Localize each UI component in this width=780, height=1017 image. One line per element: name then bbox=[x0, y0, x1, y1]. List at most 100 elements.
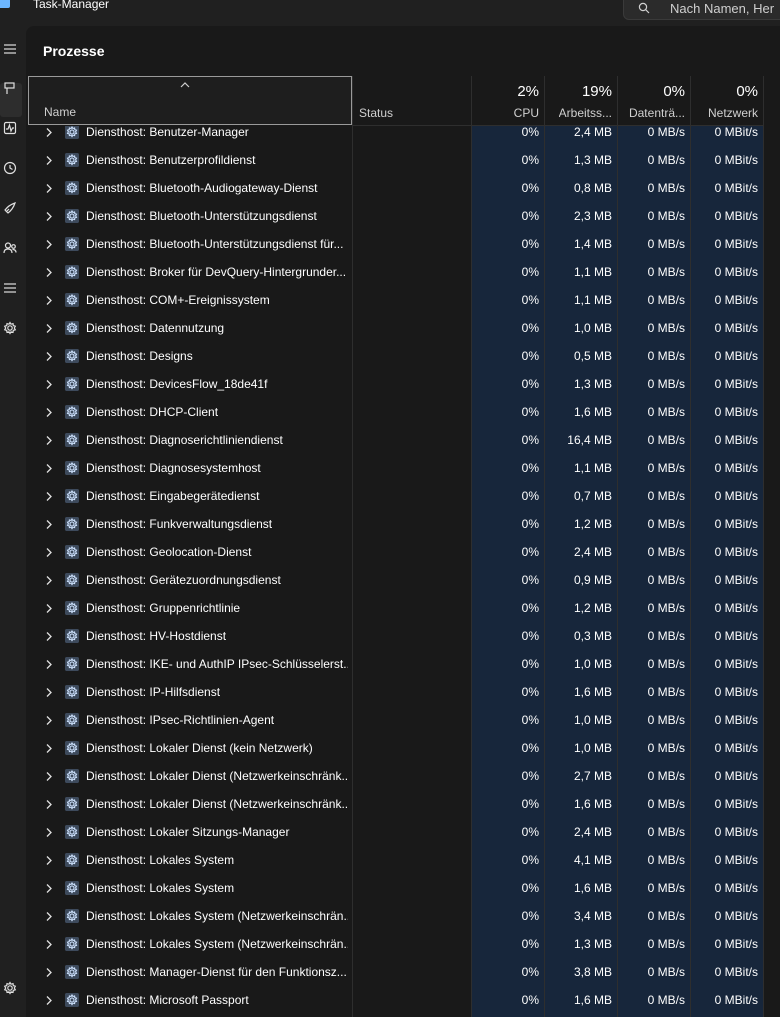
expand-chevron-icon[interactable] bbox=[45, 519, 53, 530]
table-row[interactable]: Diensthost: Lokales System (Netzwerkeins… bbox=[26, 903, 780, 931]
table-row[interactable]: Diensthost: Lokales System (Netzwerkeins… bbox=[26, 931, 780, 959]
network-value: 0 MBit/s bbox=[714, 265, 758, 279]
expand-chevron-icon[interactable] bbox=[45, 435, 53, 446]
expand-chevron-icon[interactable] bbox=[45, 883, 53, 894]
process-name: Diensthost: Bluetooth-Audiogateway-Diens… bbox=[86, 181, 318, 195]
table-row[interactable]: Diensthost: Benutzerprofildienst 0% 1,3 MB… bbox=[26, 147, 780, 175]
expand-chevron-icon[interactable] bbox=[45, 547, 53, 558]
table-row[interactable]: Diensthost: Geolocation-Dienst 0% 2,4 MB 0 … bbox=[26, 539, 780, 567]
memory-value: 2,4 MB bbox=[573, 126, 612, 139]
expand-chevron-icon[interactable] bbox=[45, 687, 53, 698]
column-header-name[interactable]: Name bbox=[28, 76, 352, 125]
expand-chevron-icon[interactable] bbox=[45, 127, 53, 138]
settings-icon[interactable] bbox=[0, 978, 20, 998]
expand-chevron-icon[interactable] bbox=[45, 295, 53, 306]
service-gear-icon bbox=[65, 153, 79, 167]
table-row[interactable]: Diensthost: Bluetooth-Audiogateway-Diens… bbox=[26, 175, 780, 203]
table-row[interactable]: Diensthost: Bluetooth-Unterstützungsdien… bbox=[26, 203, 780, 231]
memory-value: 1,1 MB bbox=[573, 265, 612, 279]
column-header-cpu[interactable]: 2% CPU bbox=[472, 76, 544, 126]
table-row[interactable]: Diensthost: DHCP-Client 0% 1,6 MB 0 MB/s 0 M… bbox=[26, 399, 780, 427]
table-row[interactable]: Diensthost: Manager-Dienst für den Funkt… bbox=[26, 959, 780, 987]
expand-chevron-icon[interactable] bbox=[45, 407, 53, 418]
expand-chevron-icon[interactable] bbox=[45, 463, 53, 474]
disk-value: 0 MB/s bbox=[647, 685, 685, 699]
table-row[interactable]: Diensthost: Microsoft Passport 0% 1,6 MB 0 … bbox=[26, 987, 780, 1015]
table-row[interactable]: Diensthost: Diagnoserichtliniendienst 0% 1… bbox=[26, 427, 780, 455]
network-value: 0 MBit/s bbox=[714, 489, 758, 503]
memory-value: 1,3 MB bbox=[573, 153, 612, 167]
table-row[interactable]: Diensthost: Funkverwaltungsdienst 0% 1,2 M… bbox=[26, 511, 780, 539]
expand-chevron-icon[interactable] bbox=[45, 939, 53, 950]
table-row[interactable]: Diensthost: Datennutzung 0% 1,0 MB 0 MB/s 0 … bbox=[26, 315, 780, 343]
expand-chevron-icon[interactable] bbox=[45, 743, 53, 754]
table-row[interactable]: Diensthost: Gerätezuordnungsdienst 0% 0,9 … bbox=[26, 567, 780, 595]
expand-chevron-icon[interactable] bbox=[45, 771, 53, 782]
expand-chevron-icon[interactable] bbox=[45, 491, 53, 502]
table-row[interactable]: Diensthost: Lokales System 0% 1,6 MB 0 MB/s… bbox=[26, 875, 780, 903]
expand-chevron-icon[interactable] bbox=[45, 603, 53, 614]
search-input[interactable]: Nach Namen, Her bbox=[623, 0, 780, 20]
expand-chevron-icon[interactable] bbox=[45, 715, 53, 726]
performance-icon[interactable] bbox=[0, 118, 20, 138]
memory-value: 1,0 MB bbox=[573, 321, 612, 335]
table-row[interactable]: Diensthost: COM+-Ereignissystem 0% 1,1 MB 0… bbox=[26, 287, 780, 315]
network-total-percent: 0% bbox=[736, 83, 758, 100]
expand-chevron-icon[interactable] bbox=[45, 267, 53, 278]
expand-chevron-icon[interactable] bbox=[45, 659, 53, 670]
process-name: Diensthost: Lokaler Dienst (kein Netzwer… bbox=[86, 741, 313, 755]
expand-chevron-icon[interactable] bbox=[45, 827, 53, 838]
table-row[interactable]: Diensthost: Lokaler Dienst (Netzwerkeins… bbox=[26, 791, 780, 819]
details-icon[interactable] bbox=[0, 278, 20, 298]
cpu-value: 0% bbox=[521, 321, 539, 335]
table-row[interactable]: Diensthost: Designs 0% 0,5 MB 0 MB/s 0 MBit/… bbox=[26, 343, 780, 371]
disk-value: 0 MB/s bbox=[647, 937, 685, 951]
table-row[interactable]: Diensthost: IP-Hilfsdienst 0% 1,6 MB 0 MB/s… bbox=[26, 679, 780, 707]
table-row[interactable]: Diensthost: Lokales System 0% 4,1 MB 0 MB/s… bbox=[26, 847, 780, 875]
table-row[interactable]: Diensthost: Lokaler Dienst (kein Netzwer… bbox=[26, 735, 780, 763]
expand-chevron-icon[interactable] bbox=[45, 631, 53, 642]
table-row[interactable]: Diensthost: Eingabegerätedienst 0% 0,7 MB 0… bbox=[26, 483, 780, 511]
service-gear-icon bbox=[65, 405, 79, 419]
memory-value: 16,4 MB bbox=[567, 433, 612, 447]
services-icon[interactable] bbox=[0, 318, 20, 338]
table-row[interactable]: Diensthost: Lokaler Sitzungs-Manager 0% 2,… bbox=[26, 819, 780, 847]
network-value: 0 MBit/s bbox=[714, 657, 758, 671]
expand-chevron-icon[interactable] bbox=[45, 575, 53, 586]
table-row[interactable]: Diensthost: IKE- und AuthIP IPsec-Schlüs… bbox=[26, 651, 780, 679]
expand-chevron-icon[interactable] bbox=[45, 155, 53, 166]
table-row[interactable]: Diensthost: Diagnosesystemhost 0% 1,1 MB 0 … bbox=[26, 455, 780, 483]
table-row[interactable]: Diensthost: Benutzer-Manager 0% 2,4 MB 0 MB… bbox=[26, 126, 780, 147]
table-row[interactable]: Diensthost: DevicesFlow_18de41f 0% 1,3 MB 0… bbox=[26, 371, 780, 399]
column-header-disk[interactable]: 0% Datenträ... bbox=[618, 76, 690, 126]
app-icon bbox=[0, 0, 10, 8]
column-header-memory[interactable]: 19% Arbeitss... bbox=[545, 76, 617, 126]
table-row[interactable]: Diensthost: Bluetooth-Unterstützungsdien… bbox=[26, 231, 780, 259]
process-name: Diensthost: Benutzer-Manager bbox=[86, 126, 249, 139]
expand-chevron-icon[interactable] bbox=[45, 855, 53, 866]
table-row[interactable]: Diensthost: Broker für DevQuery-Hintergr… bbox=[26, 259, 780, 287]
expand-chevron-icon[interactable] bbox=[45, 995, 53, 1006]
expand-chevron-icon[interactable] bbox=[45, 239, 53, 250]
startup-apps-icon[interactable] bbox=[0, 198, 20, 218]
expand-chevron-icon[interactable] bbox=[45, 323, 53, 334]
table-row[interactable]: Diensthost: IPsec-Richtlinien-Agent 0% 1,0… bbox=[26, 707, 780, 735]
table-row[interactable]: Diensthost: Gruppenrichtlinie 0% 1,2 MB 0 M… bbox=[26, 595, 780, 623]
table-row[interactable]: Diensthost: Lokaler Dienst (Netzwerkeins… bbox=[26, 763, 780, 791]
expand-chevron-icon[interactable] bbox=[45, 351, 53, 362]
expand-chevron-icon[interactable] bbox=[45, 379, 53, 390]
app-history-icon[interactable] bbox=[0, 158, 20, 178]
column-header-status[interactable]: Status bbox=[353, 76, 471, 126]
expand-chevron-icon[interactable] bbox=[45, 967, 53, 978]
memory-value: 1,4 MB bbox=[573, 237, 612, 251]
process-name: Diensthost: Bluetooth-Unterstützungsdien… bbox=[86, 209, 317, 223]
users-icon[interactable] bbox=[0, 238, 20, 258]
column-header-network[interactable]: 0% Netzwerk bbox=[691, 76, 763, 126]
expand-chevron-icon[interactable] bbox=[45, 799, 53, 810]
expand-chevron-icon[interactable] bbox=[45, 211, 53, 222]
processes-icon[interactable] bbox=[0, 78, 20, 98]
table-row[interactable]: Diensthost: HV-Hostdienst 0% 0,3 MB 0 MB/s 0… bbox=[26, 623, 780, 651]
expand-chevron-icon[interactable] bbox=[45, 911, 53, 922]
expand-chevron-icon[interactable] bbox=[45, 183, 53, 194]
hamburger-menu-icon[interactable] bbox=[0, 39, 20, 59]
